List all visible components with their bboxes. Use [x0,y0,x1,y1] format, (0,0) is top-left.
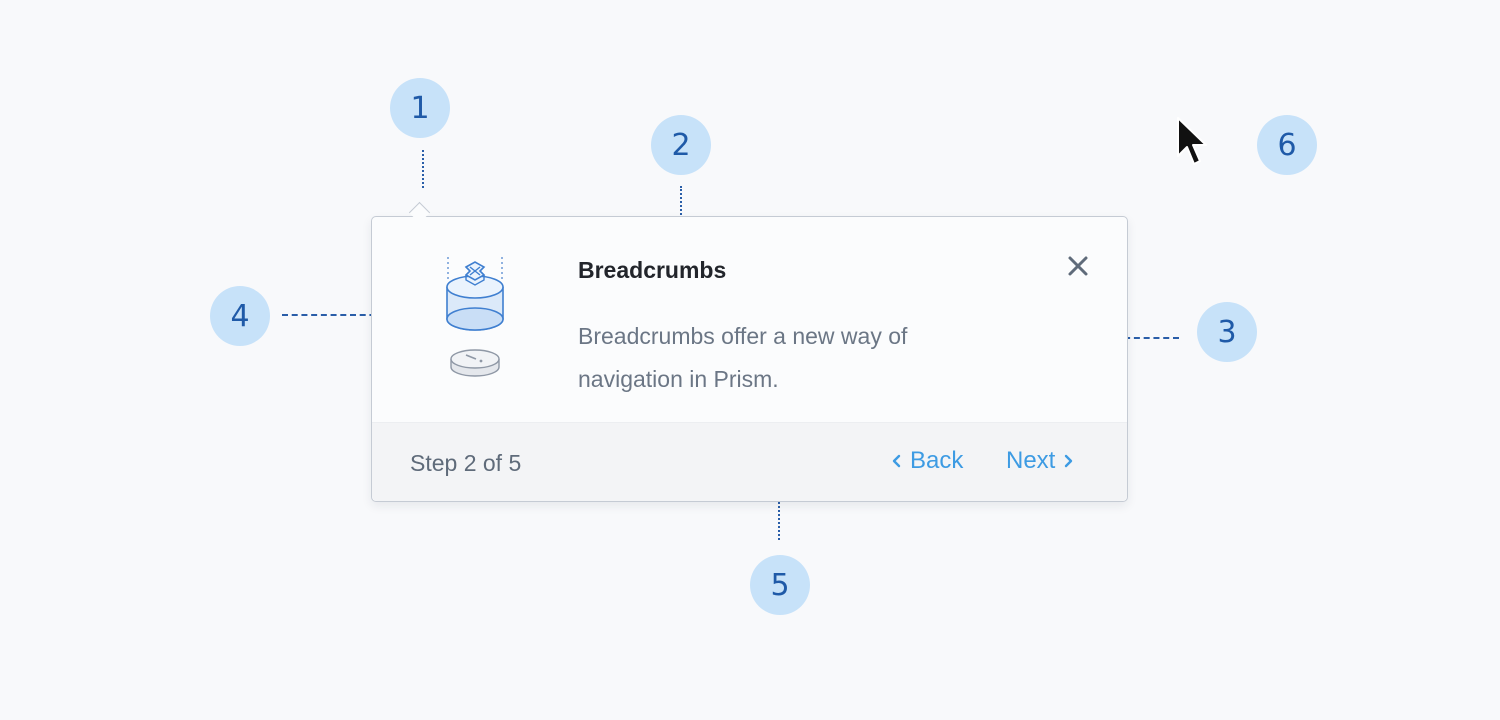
prism-cylinder-illustration [440,253,510,388]
close-button[interactable] [1062,250,1094,282]
step-indicator: Step 2 of 5 [410,450,522,476]
next-label: Next [1006,447,1056,474]
mouse-pointer-icon [1176,116,1212,173]
back-label: Back [910,447,964,474]
chevron-left-icon [892,454,901,468]
next-button[interactable]: Next [1006,447,1073,475]
leader-line-1 [422,150,424,188]
annotation-marker-1: 1 [390,78,450,138]
tooltip-body: Breadcrumbs offer a new way of navigatio… [578,323,908,392]
chevron-right-icon [1065,454,1073,468]
close-icon [1068,256,1088,276]
annotation-marker-6: 6 [1257,115,1317,175]
tooltip-title: Breadcrumbs [578,257,727,283]
annotation-marker-2: 2 [651,115,711,175]
annotation-marker-3: 3 [1197,302,1257,362]
annotation-marker-4: 4 [210,286,270,346]
tooltip-footer: Step 2 of 5 Back Next [372,422,1127,501]
annotation-marker-5: 5 [750,555,810,615]
back-button[interactable]: Back [892,447,963,475]
onboarding-tooltip: Breadcrumbs Breadcrumbs offer a new way … [371,216,1128,502]
